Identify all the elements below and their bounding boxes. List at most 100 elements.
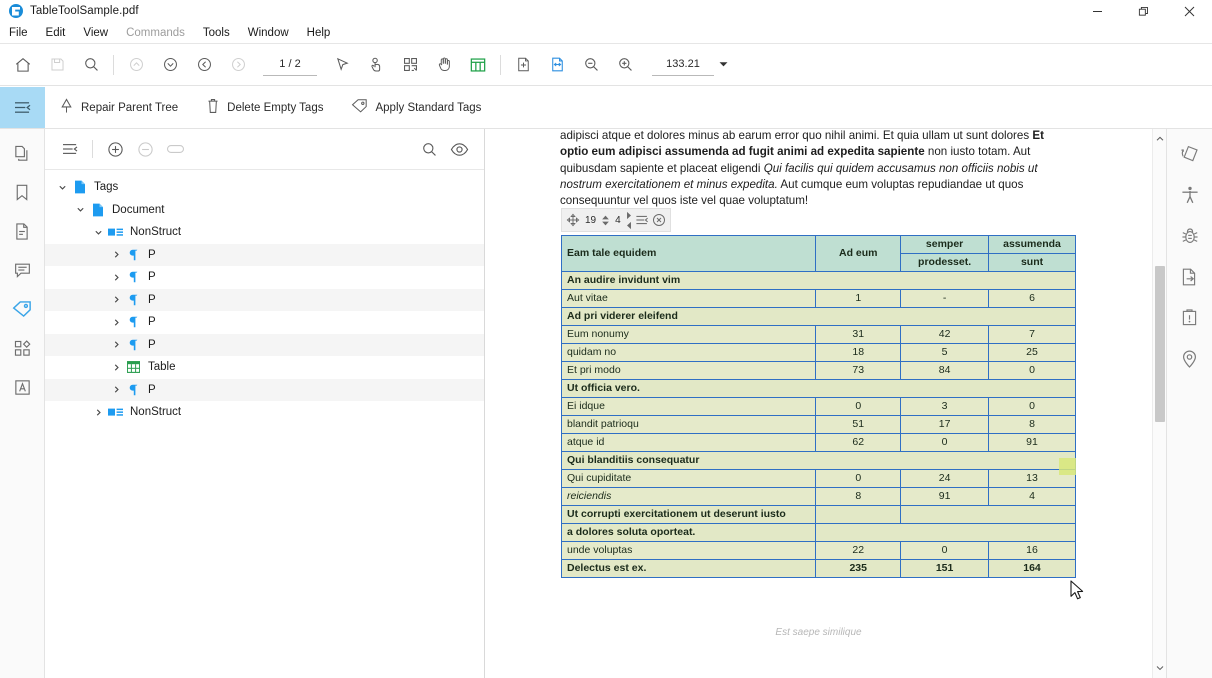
table-cell[interactable]: 42 [900, 325, 990, 344]
chevron-right-icon[interactable] [107, 291, 125, 309]
menu-window[interactable]: Window [239, 22, 298, 44]
table-cell[interactable]: blandit patrioqu [560, 415, 817, 434]
tree-item-tags[interactable]: Tags [45, 176, 484, 199]
table-row[interactable]: Ut corrupti exercitationem ut deserunt i… [560, 505, 1076, 524]
table-cell[interactable]: Ut officia vero. [561, 379, 1076, 398]
pdf-viewer[interactable]: adipisci atque et dolores minus ab earum… [486, 129, 1166, 678]
table-cell[interactable]: 73 [815, 361, 902, 380]
page-number-input[interactable]: 1 / 2 [263, 54, 317, 76]
table-cell[interactable]: quidam no [560, 343, 817, 362]
table-row[interactable]: quidam no 18 5 25 [560, 343, 1076, 362]
chevron-right-icon[interactable] [107, 268, 125, 286]
table-row[interactable]: Ei idque 0 3 0 [560, 397, 1076, 416]
table-cols-stepper[interactable] [626, 211, 632, 230]
zoom-level-input[interactable]: 133.21 [652, 54, 714, 76]
table-cell[interactable]: sunt [988, 253, 1076, 272]
table-rows-value[interactable]: 19 [583, 215, 598, 226]
table-cell[interactable]: unde voluptas [560, 541, 817, 560]
chevron-right-icon[interactable] [107, 381, 125, 399]
table-row[interactable]: Ut officia vero. [561, 379, 1076, 398]
chevron-down-icon[interactable] [53, 178, 71, 196]
table-row[interactable]: Qui cupiditate 0 24 13 [560, 469, 1076, 488]
table-row[interactable]: blandit patrioqu 51 17 8 [560, 415, 1076, 434]
table-cols-value[interactable]: 4 [613, 215, 623, 226]
chevron-right-icon[interactable] [107, 246, 125, 264]
tree-item-p-1[interactable]: P [45, 243, 484, 266]
table-cell[interactable]: - [900, 289, 990, 308]
table-cell[interactable]: atque id [560, 433, 817, 452]
sidebar-item-page-thumbnails[interactable] [5, 139, 39, 172]
sidebar-item-export-pdf[interactable] [1173, 262, 1207, 296]
table-cell[interactable]: 91 [988, 433, 1076, 452]
menu-view[interactable]: View [74, 22, 117, 44]
save-icon[interactable] [40, 48, 74, 82]
table-row[interactable]: An audire invidunt vim [561, 271, 1076, 290]
table-row[interactable]: unde voluptas 22 0 16 [560, 541, 1076, 560]
table-cell[interactable]: Delectus est ex. [560, 559, 817, 578]
table-cell[interactable] [815, 523, 1076, 542]
panel-options-icon[interactable] [55, 134, 85, 164]
sidebar-item-preflight[interactable] [1173, 303, 1207, 337]
tree-item-table[interactable]: Table [45, 356, 484, 379]
close-button[interactable] [1166, 0, 1212, 22]
menu-edit[interactable]: Edit [37, 22, 75, 44]
highlight-content-icon[interactable] [444, 134, 474, 164]
table-row-header[interactable]: Eam tale equidem Ad eum semper assumenda [560, 235, 1076, 272]
home-icon[interactable] [6, 48, 40, 82]
tree-item-nonstruct-1[interactable]: NonStruct [45, 221, 484, 244]
scrollbar-thumb[interactable] [1155, 266, 1165, 422]
table-cell[interactable]: 8 [815, 487, 902, 506]
table-cell[interactable]: Ut corrupti exercitationem ut deserunt i… [560, 505, 817, 524]
viewer-scrollbar[interactable] [1152, 129, 1166, 678]
tree-item-p-3[interactable]: P [45, 288, 484, 311]
pan-hand-icon[interactable] [427, 48, 461, 82]
table-row-total[interactable]: Delectus est ex. 235 151 164 [560, 559, 1076, 578]
table-row[interactable]: atque id 62 0 91 [560, 433, 1076, 452]
repair-parent-tree-button[interactable]: Repair Parent Tree [45, 87, 192, 128]
table-cell[interactable]: 5 [900, 343, 990, 362]
sidebar-item-document[interactable] [5, 217, 39, 250]
chevron-down-icon[interactable] [89, 223, 107, 241]
table-cell[interactable]: 0 [815, 469, 902, 488]
table-cell[interactable]: 17 [900, 415, 990, 434]
move-table-icon[interactable] [566, 213, 580, 227]
sidebar-item-organize-pages[interactable] [1173, 139, 1207, 173]
close-table-editor-icon[interactable] [652, 213, 666, 227]
table-cell[interactable]: prodesset. [900, 253, 990, 272]
sidebar-item-bookmarks[interactable] [5, 178, 39, 211]
table-cell[interactable]: 91 [900, 487, 990, 506]
search-icon[interactable] [74, 48, 108, 82]
chevron-right-icon[interactable] [107, 313, 125, 331]
table-cell[interactable]: 4 [988, 487, 1076, 506]
menu-help[interactable]: Help [298, 22, 340, 44]
sidebar-item-tags[interactable] [5, 295, 39, 328]
table-cell[interactable]: 16 [988, 541, 1076, 560]
zoom-out-icon[interactable] [574, 48, 608, 82]
delete-empty-tags-button[interactable]: Delete Empty Tags [192, 87, 337, 128]
table-row[interactable]: Ad pri viderer eleifend [561, 307, 1076, 326]
tree-item-p-2[interactable]: P [45, 266, 484, 289]
table-cell[interactable]: 62 [815, 433, 902, 452]
table-tool-icon[interactable] [461, 48, 495, 82]
table-cell[interactable]: Eum nonumy [560, 325, 817, 344]
table-cell[interactable] [815, 505, 902, 524]
table-row[interactable]: Et pri modo 73 84 0 [560, 361, 1076, 380]
table-options-icon[interactable] [635, 214, 649, 226]
search-tags-icon[interactable] [414, 134, 444, 164]
table-rows-stepper[interactable] [601, 215, 610, 226]
table-cell[interactable]: 7 [988, 325, 1076, 344]
table-cell[interactable]: An audire invidunt vim [561, 271, 1076, 290]
minimize-button[interactable] [1074, 0, 1120, 22]
table-cell[interactable]: 31 [815, 325, 902, 344]
tree-item-p-6[interactable]: P [45, 378, 484, 401]
apply-standard-tags-button[interactable]: Apply Standard Tags [337, 87, 495, 128]
fit-page-icon[interactable] [540, 48, 574, 82]
table-cell[interactable]: 151 [900, 559, 990, 578]
table-cell[interactable]: Eam tale equidem [560, 235, 817, 272]
table-row[interactable]: a dolores soluta oporteat. [560, 523, 1076, 542]
table-row[interactable]: reiciendis 8 91 4 [560, 487, 1076, 506]
table-row[interactable]: Aut vitae 1 - 6 [560, 289, 1076, 308]
table-cell[interactable]: 3 [900, 397, 990, 416]
table-cell[interactable]: 0 [988, 397, 1076, 416]
panel-collapse-toggle[interactable] [0, 87, 45, 128]
